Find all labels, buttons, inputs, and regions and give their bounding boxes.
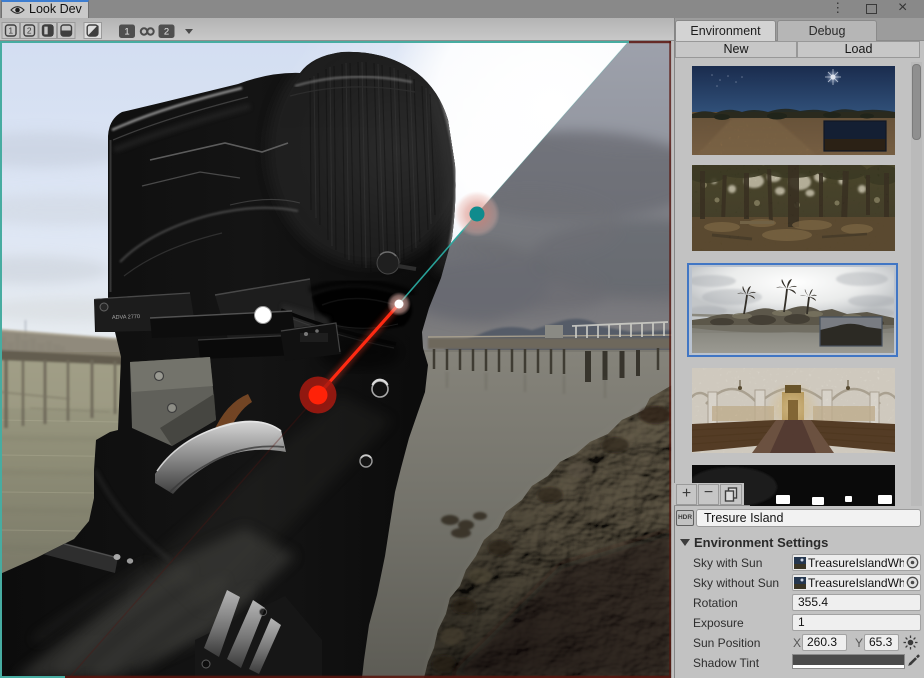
svg-text:2: 2 — [27, 26, 32, 36]
svg-text:1: 1 — [124, 27, 129, 38]
svg-text:2: 2 — [164, 27, 169, 38]
svg-text:1: 1 — [8, 26, 13, 36]
svg-text:ADVA 2770: ADVA 2770 — [112, 314, 140, 321]
